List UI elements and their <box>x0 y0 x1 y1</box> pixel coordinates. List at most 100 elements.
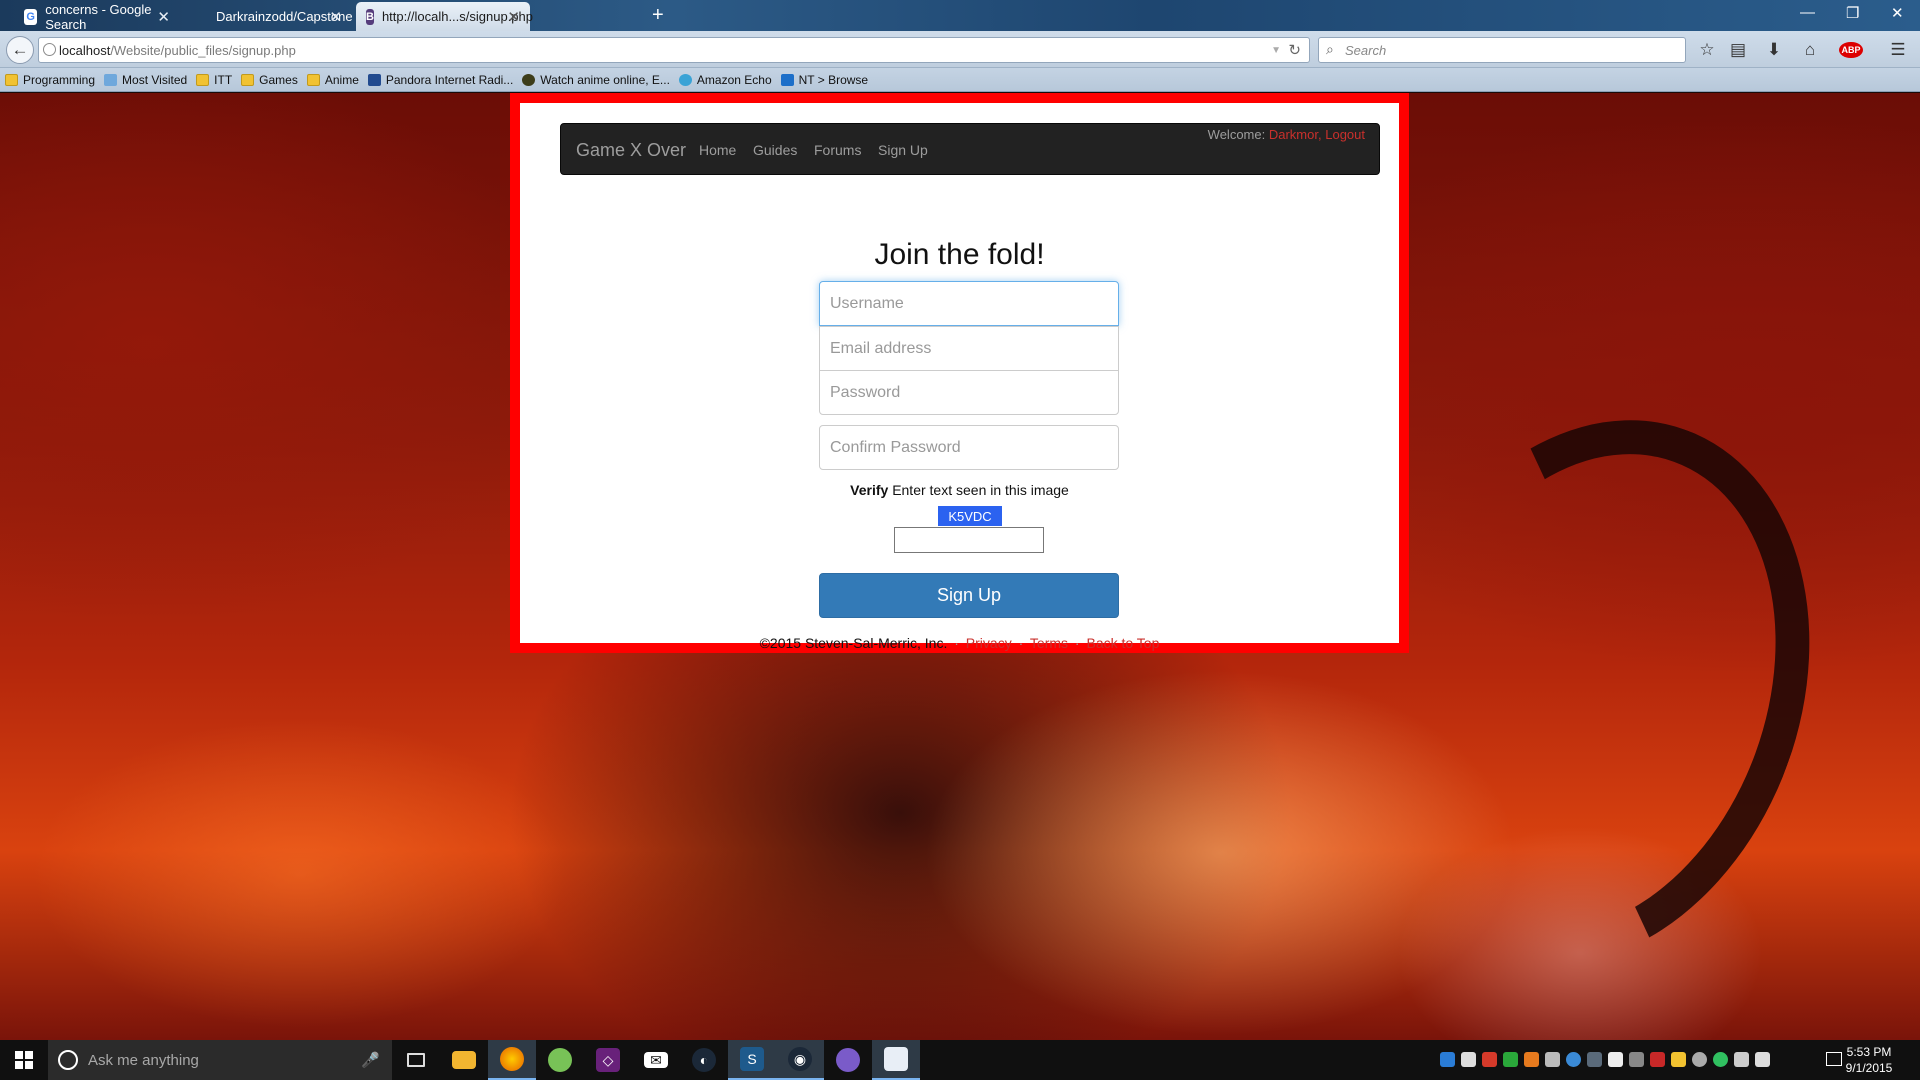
bookmark-item[interactable]: Watch anime online, E... <box>522 73 670 87</box>
nt-icon <box>780 73 794 86</box>
bookmark-item[interactable]: Pandora Internet Radi... <box>367 72 514 87</box>
action-center-icon[interactable] <box>1826 1052 1842 1066</box>
system-tray <box>1440 1052 1770 1067</box>
tray-icon[interactable] <box>1650 1052 1665 1067</box>
download-icon[interactable]: ⬇ <box>1762 38 1786 62</box>
minimize-icon[interactable]: — <box>1800 4 1815 21</box>
reading-list-icon[interactable]: ▤ <box>1726 38 1750 62</box>
captcha-instructions: Verify Enter text seen in this image <box>520 482 1399 498</box>
steam-icon[interactable]: ◉ <box>776 1040 824 1080</box>
tray-icon[interactable] <box>1692 1052 1707 1067</box>
back-to-top-link[interactable]: Back to Top <box>1086 635 1159 651</box>
tray-icon[interactable] <box>1503 1052 1518 1067</box>
password-input[interactable] <box>819 370 1119 415</box>
bookmark-star-icon[interactable]: ☆ <box>1695 38 1719 62</box>
browser-tab[interactable]: G concerns - Google Search ✕ <box>14 2 180 32</box>
tray-icon[interactable] <box>1566 1052 1581 1067</box>
folder-icon <box>306 73 320 86</box>
reload-icon[interactable]: ↻ <box>1288 41 1301 59</box>
url-path: /Website/public_files/signup.php <box>110 42 296 58</box>
close-icon[interactable]: ✕ <box>329 8 342 26</box>
restore-icon[interactable]: ❐ <box>1846 4 1859 22</box>
verify-label: Verify <box>850 482 889 498</box>
start-button[interactable] <box>0 1040 48 1080</box>
browser-search-input[interactable]: ⌕ Search <box>1318 37 1686 63</box>
bookmarks-bar: Programming Most Visited ITT Games Anime… <box>0 68 1920 92</box>
tray-icon[interactable] <box>1524 1052 1539 1067</box>
google-icon: G <box>24 8 38 25</box>
close-icon[interactable]: ✕ <box>507 8 520 26</box>
username-input[interactable] <box>819 281 1119 326</box>
task-view-icon[interactable] <box>392 1040 440 1080</box>
username-link[interactable]: Darkmor <box>1269 127 1318 142</box>
onedrive-icon[interactable] <box>1461 1052 1476 1067</box>
system-clock[interactable]: 5:53 PM 9/1/2015 <box>1844 1044 1894 1076</box>
tray-icon[interactable] <box>1482 1052 1497 1067</box>
tray-icon[interactable] <box>1587 1052 1602 1067</box>
nav-home[interactable]: Home <box>699 142 736 158</box>
bookmark-label: Watch anime online, E... <box>540 72 670 87</box>
cortana-placeholder: Ask me anything <box>88 1051 199 1069</box>
bookmark-item[interactable]: Programming <box>5 73 95 87</box>
volume-icon[interactable] <box>1755 1052 1770 1067</box>
android-studio-icon[interactable] <box>536 1040 584 1080</box>
cortana-search[interactable]: Ask me anything 🎤 <box>48 1040 392 1080</box>
site-info-icon[interactable] <box>43 43 56 56</box>
welcome-message: Welcome: Darkmor, Logout <box>1207 127 1365 142</box>
browser-tab[interactable]: Darkrainzodd/Capstone ✕ <box>196 2 353 31</box>
tray-icon[interactable] <box>1440 1052 1455 1067</box>
windows-taskbar: Ask me anything 🎤 ◇ ✉ ◐ S ◉ 5:53 PM 9/1/… <box>0 1040 1920 1080</box>
url-bar[interactable]: localhost/Website/public_files/signup.ph… <box>38 37 1310 63</box>
tray-icon[interactable] <box>1629 1052 1644 1067</box>
browser-tab-strip: G concerns - Google Search ✕ Darkrainzod… <box>0 0 1920 32</box>
bookmark-label: Pandora Internet Radi... <box>385 72 514 87</box>
steam-alt-icon[interactable]: ◐ <box>680 1040 728 1080</box>
nav-forums[interactable]: Forums <box>814 142 861 158</box>
nav-signup[interactable]: Sign Up <box>878 142 928 158</box>
page-title: Join the fold! <box>874 238 1045 271</box>
bookmark-item[interactable]: NT > Browse <box>780 73 868 87</box>
bookmark-item[interactable]: Anime <box>306 73 359 87</box>
url-host: localhost <box>59 42 111 58</box>
menu-icon[interactable]: ☰ <box>1886 38 1910 62</box>
home-icon[interactable]: ⌂ <box>1798 38 1822 62</box>
welcome-label: Welcome: <box>1207 127 1266 142</box>
new-tab-button[interactable]: + <box>652 4 664 27</box>
logout-link[interactable]: Logout <box>1325 127 1365 142</box>
app-icon[interactable] <box>824 1040 872 1080</box>
microphone-icon[interactable]: 🎤 <box>361 1051 380 1069</box>
notepad-icon[interactable] <box>872 1040 920 1080</box>
tray-icon[interactable] <box>1713 1052 1728 1067</box>
privacy-link[interactable]: Privacy <box>966 635 1012 651</box>
network-icon[interactable] <box>1734 1052 1749 1067</box>
most-visited-icon <box>104 73 118 86</box>
tray-icon[interactable] <box>1545 1052 1560 1067</box>
tray-icon[interactable] <box>1671 1052 1686 1067</box>
email-input[interactable] <box>819 326 1119 371</box>
pandora-icon <box>367 73 381 86</box>
confirm-password-input[interactable] <box>819 425 1119 470</box>
mail-icon[interactable]: ✉ <box>632 1040 680 1080</box>
chevron-down-icon[interactable]: ▼ <box>1271 45 1281 56</box>
bookmark-label: Amazon Echo <box>696 72 772 87</box>
file-explorer-icon[interactable] <box>440 1040 488 1080</box>
bookmark-item[interactable]: ITT <box>196 73 232 87</box>
site-brand[interactable]: Game X Over <box>576 140 686 161</box>
close-window-icon[interactable]: ✕ <box>1891 4 1904 22</box>
bookmark-item[interactable]: Games <box>241 73 298 87</box>
firefox-icon[interactable] <box>488 1040 536 1080</box>
game-icon[interactable]: S <box>728 1040 776 1080</box>
captcha-input[interactable] <box>894 527 1044 553</box>
visual-studio-icon[interactable]: ◇ <box>584 1040 632 1080</box>
signup-button[interactable]: Sign Up <box>819 573 1119 618</box>
back-button[interactable]: ← <box>6 36 34 64</box>
nav-guides[interactable]: Guides <box>753 142 797 158</box>
bookmark-item[interactable]: Most Visited <box>104 73 187 87</box>
browser-tab-active[interactable]: B http://localh...s/signup.php ✕ <box>356 2 533 31</box>
bookmark-item[interactable]: Amazon Echo <box>678 72 772 87</box>
adblock-icon[interactable]: ABP <box>1836 38 1866 62</box>
close-icon[interactable]: ✕ <box>157 8 170 26</box>
tray-icon[interactable] <box>1608 1052 1623 1067</box>
search-icon: ⌕ <box>1326 41 1334 57</box>
terms-link[interactable]: Terms <box>1030 635 1068 651</box>
